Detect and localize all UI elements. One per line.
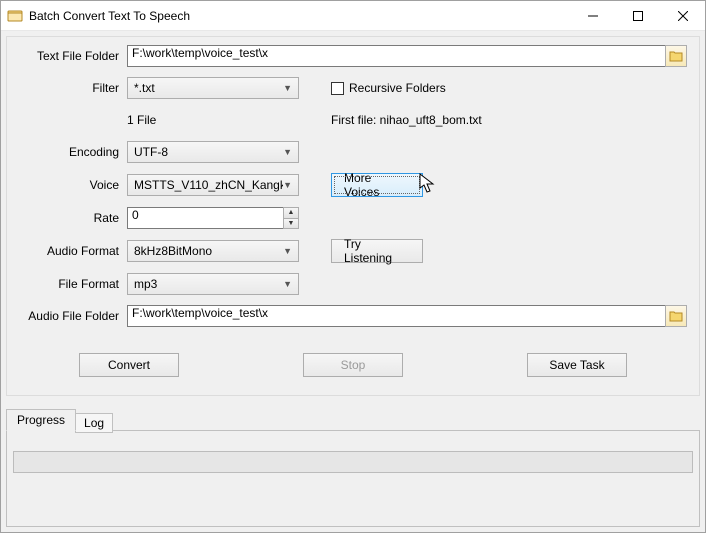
encoding-select[interactable]: UTF-8▼: [127, 141, 299, 163]
progress-bar: [13, 451, 693, 473]
save-task-button[interactable]: Save Task: [527, 353, 627, 377]
try-listening-button[interactable]: Try Listening: [331, 239, 423, 263]
chevron-down-icon: ▼: [283, 246, 292, 256]
stop-button[interactable]: Stop: [303, 353, 403, 377]
rate-label: Rate: [19, 211, 127, 225]
text-folder-input[interactable]: F:\work\temp\voice_test\x: [127, 45, 666, 67]
app-window: Batch Convert Text To Speech Text File F…: [0, 0, 706, 533]
app-icon: [7, 8, 23, 24]
titlebar: Batch Convert Text To Speech: [1, 1, 705, 31]
file-format-label: File Format: [19, 277, 127, 291]
browse-text-folder-button[interactable]: [665, 45, 687, 67]
chevron-down-icon: ▼: [283, 180, 292, 190]
rate-down-button[interactable]: ▼: [283, 218, 299, 230]
audio-format-select[interactable]: 8kHz8BitMono▼: [127, 240, 299, 262]
chevron-down-icon: ▼: [283, 147, 292, 157]
chevron-down-icon: ▼: [283, 83, 292, 93]
filter-label: Filter: [19, 81, 127, 95]
client-area: Text File Folder F:\work\temp\voice_test…: [1, 31, 705, 532]
tab-progress[interactable]: Progress: [6, 409, 76, 431]
more-voices-button[interactable]: More Voices: [331, 173, 423, 197]
first-file-text: First file: nihao_uft8_bom.txt: [331, 113, 482, 127]
audio-folder-label: Audio File Folder: [19, 309, 127, 323]
file-format-select[interactable]: mp3▼: [127, 273, 299, 295]
convert-button[interactable]: Convert: [79, 353, 179, 377]
recursive-label: Recursive Folders: [349, 81, 446, 95]
audio-format-label: Audio Format: [19, 244, 127, 258]
filter-select[interactable]: *.txt▼: [127, 77, 299, 99]
encoding-label: Encoding: [19, 145, 127, 159]
file-count-text: 1 File: [127, 113, 331, 127]
text-folder-label: Text File Folder: [19, 49, 127, 63]
main-panel: Text File Folder F:\work\temp\voice_test…: [6, 36, 700, 396]
maximize-button[interactable]: [615, 1, 660, 30]
voice-select[interactable]: MSTTS_V110_zhCN_KangkangM▼: [127, 174, 299, 196]
close-button[interactable]: [660, 1, 705, 30]
recursive-checkbox[interactable]: [331, 82, 344, 95]
voice-label: Voice: [19, 178, 127, 192]
window-title: Batch Convert Text To Speech: [29, 9, 190, 23]
rate-input[interactable]: 0: [127, 207, 283, 229]
audio-folder-input[interactable]: F:\work\temp\voice_test\x: [127, 305, 666, 327]
browse-audio-folder-button[interactable]: [665, 305, 687, 327]
bottom-tabs: Progress Log: [6, 408, 700, 527]
chevron-down-icon: ▼: [283, 279, 292, 289]
progress-tabpage: [6, 430, 700, 527]
minimize-button[interactable]: [570, 1, 615, 30]
rate-up-button[interactable]: ▲: [283, 207, 299, 218]
tab-log[interactable]: Log: [75, 413, 113, 433]
